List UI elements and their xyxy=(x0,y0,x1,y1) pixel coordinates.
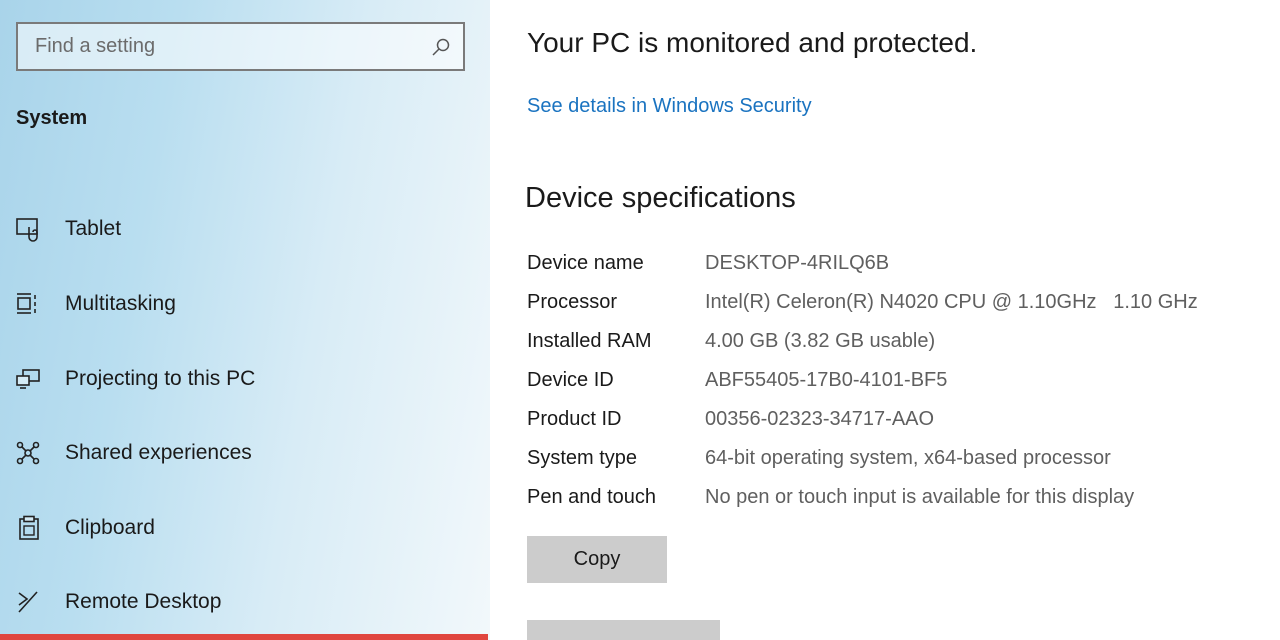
sidebar-item-projecting[interactable]: Projecting to this PC xyxy=(0,354,490,404)
remote-desktop-icon xyxy=(15,589,43,615)
search-icon[interactable] xyxy=(419,24,463,69)
clipboard-icon xyxy=(15,515,43,541)
sidebar: System Tablet xyxy=(0,0,490,640)
spec-value: 00356-02323-34717-AAO xyxy=(705,408,935,430)
main-content: Your PC is monitored and protected. See … xyxy=(490,0,1280,640)
sidebar-item-next-partial xyxy=(0,634,488,640)
spec-value: No pen or touch input is available for t… xyxy=(705,486,1135,508)
sidebar-item-remote-desktop[interactable]: Remote Desktop xyxy=(0,577,490,627)
sidebar-item-shared-experiences[interactable]: Shared experiences xyxy=(0,428,490,478)
sidebar-item-label: Clipboard xyxy=(65,516,155,539)
sidebar-item-label: Tablet xyxy=(65,217,122,240)
spec-label: Product ID xyxy=(527,408,622,430)
sidebar-item-clipboard[interactable]: Clipboard xyxy=(0,503,490,553)
sidebar-item-multitasking[interactable]: Multitasking xyxy=(0,279,490,329)
spec-value: Intel(R) Celeron(R) N4020 CPU @ 1.10GHz … xyxy=(705,291,1198,313)
spec-value: 64-bit operating system, x64-based proce… xyxy=(705,447,1111,469)
spec-value: 4.00 GB (3.82 GB usable) xyxy=(705,330,936,352)
spec-label: Device name xyxy=(527,252,644,274)
search-box[interactable] xyxy=(16,22,465,71)
spec-label: Processor xyxy=(527,291,618,313)
sidebar-item-label: Multitasking xyxy=(65,292,176,315)
protection-status-text: Your PC is monitored and protected. xyxy=(527,27,978,58)
rename-pc-button[interactable]: Rename this PC xyxy=(527,620,720,640)
sidebar-item-label: Projecting to this PC xyxy=(65,367,256,390)
sidebar-item-label: Shared experiences xyxy=(65,441,252,464)
sidebar-item-tablet[interactable]: Tablet xyxy=(0,204,490,254)
spec-value: DESKTOP-4RILQ6B xyxy=(705,252,890,274)
spec-label: Installed RAM xyxy=(527,330,652,352)
spec-value: ABF55405-17B0-4101-BF5 xyxy=(705,369,948,391)
shared-experiences-icon xyxy=(15,440,43,466)
sidebar-item-label: Remote Desktop xyxy=(65,590,222,613)
spec-label: Pen and touch xyxy=(527,486,656,508)
tablet-icon xyxy=(15,216,43,242)
multitasking-icon xyxy=(15,291,43,317)
spec-label: System type xyxy=(527,447,638,469)
section-title: System xyxy=(16,107,88,129)
device-specifications-title: Device specifications xyxy=(525,182,796,214)
copy-button[interactable]: Copy xyxy=(527,536,667,583)
projecting-icon xyxy=(15,366,43,392)
windows-security-link[interactable]: See details in Windows Security xyxy=(527,95,812,118)
search-input[interactable] xyxy=(18,24,419,69)
spec-label: Device ID xyxy=(527,369,614,391)
